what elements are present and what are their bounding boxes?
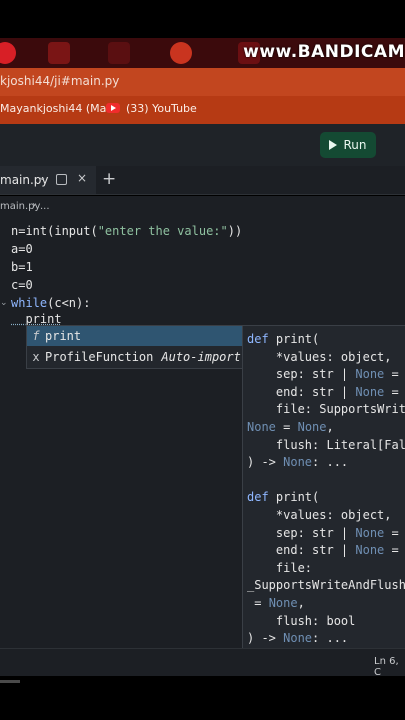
breadcrumb-more[interactable]: ... bbox=[40, 201, 50, 212]
docs-line: def print( bbox=[247, 332, 320, 346]
taskbar-app-icon[interactable] bbox=[48, 42, 70, 64]
app-red-icon[interactable] bbox=[0, 42, 16, 64]
autocomplete-item-label: ProfileFunction bbox=[45, 350, 154, 364]
code-line-5[interactable]: while(c<n): bbox=[11, 296, 90, 310]
docs-line: *values: object, bbox=[247, 508, 392, 522]
fold-chevron-icon[interactable]: ⌄ bbox=[0, 298, 8, 308]
address-bar-url[interactable]: kjoshi44/ji#main.py bbox=[0, 74, 119, 88]
horizontal-scrollbar[interactable] bbox=[0, 680, 20, 683]
chrome-icon[interactable] bbox=[170, 42, 192, 64]
code-line-3[interactable]: b=1 bbox=[11, 260, 33, 274]
status-bar bbox=[0, 648, 405, 677]
tab-options-icon[interactable] bbox=[56, 174, 67, 185]
docs-line: *values: object, bbox=[247, 349, 392, 364]
docs-line: = None, bbox=[247, 596, 305, 610]
code-token: while bbox=[11, 296, 48, 310]
new-tab-icon[interactable]: + bbox=[102, 169, 116, 189]
docs-line: ) -> None: ... bbox=[247, 631, 349, 646]
variable-icon: x bbox=[32, 350, 40, 364]
docs-line: sep: str | None = " bbox=[247, 367, 405, 382]
function-icon: f bbox=[32, 329, 40, 343]
code-line-1[interactable]: n=int(input("enter the value:")) bbox=[11, 224, 242, 238]
code-token: )) bbox=[227, 224, 243, 238]
docs-line: end: str | None = " bbox=[247, 543, 405, 558]
tab-main-py[interactable]: main.py ⌄ × bbox=[0, 166, 96, 194]
code-token: b=1 bbox=[11, 260, 33, 274]
docs-line: def print( bbox=[247, 490, 320, 505]
taskbar-app-icon[interactable] bbox=[108, 42, 130, 64]
autocomplete-item-profilefunction[interactable]: x ProfileFunction Auto-import bbox=[27, 347, 243, 367]
code-line-6[interactable]: print bbox=[11, 312, 62, 326]
code-line-4[interactable]: c=0 bbox=[11, 278, 33, 292]
code-line-2[interactable]: a=0 bbox=[11, 242, 33, 256]
bandicam-watermark: www.BANDICAM bbox=[243, 42, 405, 62]
autocomplete-item-print[interactable]: f print bbox=[27, 326, 243, 346]
code-token: "enter the value:" bbox=[97, 224, 228, 238]
code-token: a=0 bbox=[11, 242, 33, 256]
play-icon bbox=[329, 140, 338, 150]
run-button-label: Run bbox=[343, 138, 367, 152]
autocomplete-item-label: print bbox=[45, 329, 82, 343]
docs-line: end: str | None = " bbox=[247, 384, 405, 399]
docs-line: ) -> None: ... bbox=[247, 455, 349, 470]
code-token: print bbox=[11, 312, 62, 326]
bookmark-youtube[interactable]: (33) YouTube bbox=[126, 102, 197, 115]
docs-line: flush: bool bbox=[247, 613, 356, 628]
chevron-down-icon[interactable]: ⌄ bbox=[38, 172, 46, 183]
docs-line: sep: str | None = " bbox=[247, 525, 405, 540]
docs-line: None = None, bbox=[247, 420, 334, 434]
close-icon[interactable]: × bbox=[77, 171, 87, 185]
signature-docs-popup: def print( *values: object, sep: str | N… bbox=[242, 325, 405, 651]
code-token: c=0 bbox=[11, 278, 33, 292]
run-button[interactable]: Run bbox=[320, 132, 376, 158]
docs-line: flush: Literal[Fals bbox=[247, 437, 405, 452]
autocomplete-popup: f print x ProfileFunction Auto-import bbox=[26, 325, 244, 369]
code-token: (c<n): bbox=[47, 296, 91, 310]
cursor-position: Ln 6, C bbox=[374, 656, 399, 678]
docs-line: file: bbox=[247, 560, 313, 575]
youtube-icon bbox=[106, 103, 120, 113]
autocomplete-item-suffix: Auto-import bbox=[161, 350, 241, 364]
bookmark-mayankjoshi[interactable]: Mayankjoshi44 (Ma... bbox=[0, 102, 117, 115]
bottom-area bbox=[0, 676, 405, 720]
docs-line: file: SupportsWrite bbox=[247, 402, 405, 417]
docs-line: _SupportsWriteAndFlush| bbox=[247, 578, 405, 593]
breadcrumb: main.py › ... bbox=[0, 196, 405, 216]
chevron-right-icon: › bbox=[32, 200, 36, 211]
code-token: n=int(input( bbox=[11, 224, 98, 238]
